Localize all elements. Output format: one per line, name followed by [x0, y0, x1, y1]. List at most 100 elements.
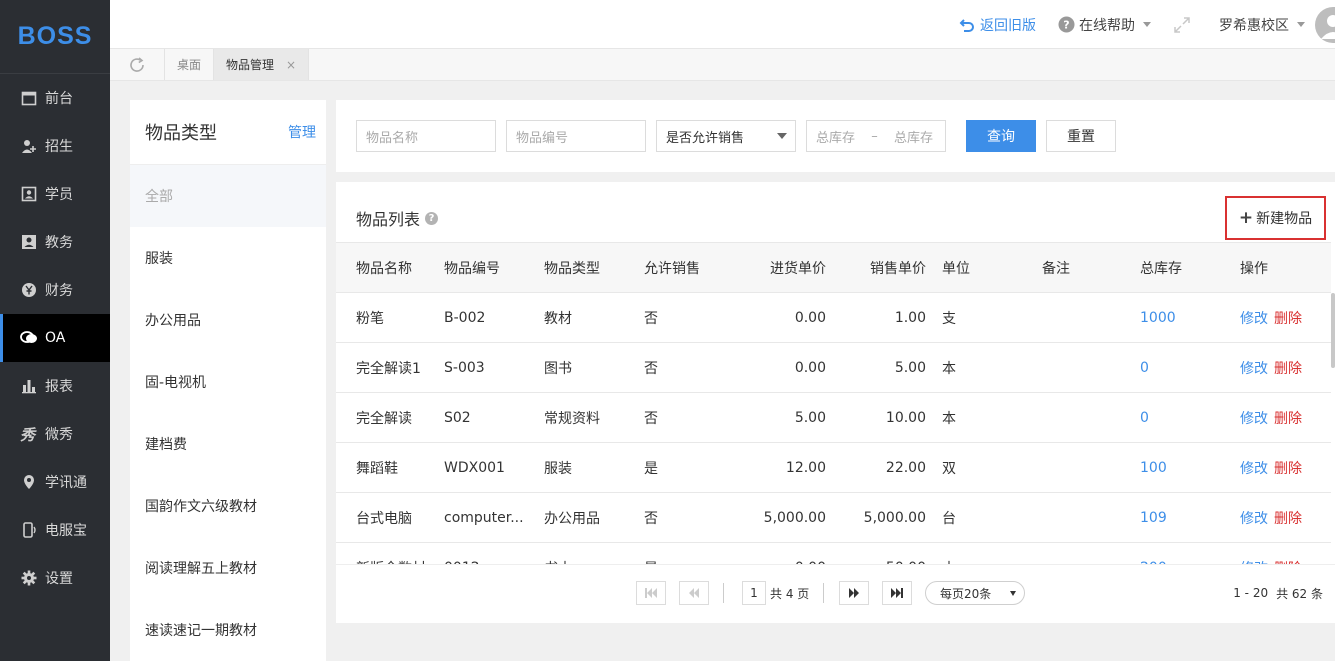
list-title-text: 物品列表	[356, 210, 421, 229]
online-help-menu[interactable]: ? 在线帮助	[1058, 15, 1151, 35]
item-category-panel: 物品类型 管理 全部 服装 办公用品 固-电视机 建档费 国韵作文六级教材 阅读理解五上教材…	[130, 100, 326, 661]
stock-range-input[interactable]: 总库存 – 总库存	[806, 120, 946, 152]
sidebar-item-2[interactable]: 学员	[0, 170, 110, 218]
cell-stock[interactable]: 100	[1140, 443, 1200, 492]
sidebar-item-9[interactable]: 电服宝	[0, 506, 110, 554]
refresh-button[interactable]	[110, 49, 165, 80]
help-icon[interactable]: ?	[425, 211, 439, 225]
column-header: 物品名称	[356, 260, 412, 277]
per-page-select[interactable]: 每页20条	[925, 581, 1025, 605]
reset-button[interactable]: 重置	[1046, 120, 1116, 152]
table-scrollbar[interactable]	[1331, 293, 1335, 368]
cell-stock[interactable]: 0	[1140, 393, 1200, 442]
cell-type: 服装	[544, 460, 572, 477]
cell-type: 教材	[544, 310, 572, 327]
table-row: 台式电脑 computer... 办公用品 否 5,000.00 5,000.00 台 109…	[336, 493, 1331, 543]
cell-stock[interactable]: 109	[1140, 493, 1200, 542]
sidebar-item-5[interactable]: OA	[0, 314, 110, 362]
campus-menu[interactable]: 罗希惠校区	[1219, 6, 1335, 43]
new-item-label: 新建物品	[1256, 211, 1313, 227]
category-item[interactable]: 建档费	[130, 413, 326, 475]
sidebar: BOSS 前台招生 学员 教务 财务 OA 报表秀微秀学讯通电服宝设置	[0, 0, 110, 661]
close-icon[interactable]: ×	[286, 58, 296, 72]
avatar[interactable]	[1315, 6, 1335, 43]
table-row: 舞蹈鞋 WDX001 服装 是 12.00 22.00 双 100 修改 删除	[336, 443, 1331, 493]
sidebar-item-label: 前台	[45, 91, 73, 107]
edit-link[interactable]: 修改	[1240, 508, 1268, 528]
next-page-button[interactable]	[839, 581, 869, 605]
delete-link[interactable]: 删除	[1274, 308, 1302, 328]
cell-code: S-003	[444, 359, 485, 376]
column-header: 允许销售	[644, 260, 700, 277]
tab-item-management[interactable]: 物品管理 ×	[214, 49, 310, 80]
yen-icon	[20, 281, 38, 299]
sidebar-item-0[interactable]: 前台	[0, 74, 110, 122]
cell-buy: 12.00	[785, 459, 826, 476]
tabs-bar: 桌面 物品管理 ×	[110, 49, 1335, 81]
query-button[interactable]: 查询	[966, 120, 1036, 152]
row-actions: 修改删除	[1240, 493, 1330, 542]
tab-label: 物品管理	[226, 58, 275, 72]
category-item[interactable]: 国韵作文六级教材	[130, 475, 326, 537]
manage-categories-link[interactable]: 管理	[288, 122, 316, 142]
cell-code: B-002	[444, 309, 486, 326]
sidebar-item-label: 电服宝	[45, 523, 87, 539]
category-item[interactable]: 速读速记一期教材	[130, 599, 326, 661]
delete-link[interactable]: 删除	[1274, 508, 1302, 528]
column-header: 操作	[1240, 260, 1268, 277]
app-logo[interactable]: BOSS	[0, 0, 110, 74]
sidebar-item-6[interactable]: 报表	[0, 362, 110, 410]
cell-stock[interactable]: 1000	[1140, 293, 1200, 342]
sidebar-item-3[interactable]: 教务	[0, 218, 110, 266]
sidebar-item-10[interactable]: 设置	[0, 554, 110, 602]
fullscreen-button[interactable]	[1173, 16, 1191, 34]
sidebar-item-8[interactable]: 学讯通	[0, 458, 110, 506]
prev-page-button[interactable]	[679, 581, 709, 605]
column-header: 物品类型	[544, 260, 600, 277]
cell-stock[interactable]: 0	[1140, 343, 1200, 392]
delete-link[interactable]: 删除	[1274, 358, 1302, 378]
edit-link[interactable]: 修改	[1240, 308, 1268, 328]
cell-buy: 0.00	[794, 309, 826, 326]
cell-name: 粉笔	[356, 310, 384, 327]
cell-sell: 1.00	[894, 309, 926, 326]
first-page-icon	[644, 587, 658, 599]
pagination: 1 共 4 页 每页20条 1 - 20 共 62 条	[336, 564, 1335, 623]
category-item[interactable]: 服装	[130, 227, 326, 289]
allow-sale-select[interactable]: 是否允许销售	[656, 120, 796, 152]
cell-name: 台式电脑	[356, 510, 412, 527]
item-code-input[interactable]: 物品编号	[506, 120, 646, 152]
sidebar-item-label: 学讯通	[45, 475, 87, 491]
cell-sale: 是	[644, 460, 658, 477]
edit-link[interactable]: 修改	[1240, 458, 1268, 478]
item-name-input[interactable]: 物品名称	[356, 120, 496, 152]
edit-link[interactable]: 修改	[1240, 408, 1268, 428]
category-item[interactable]: 办公用品	[130, 289, 326, 351]
cell-sell: 5.00	[894, 359, 926, 376]
tab-desktop[interactable]: 桌面	[165, 49, 215, 80]
category-item[interactable]: 固-电视机	[130, 351, 326, 413]
page-number-input[interactable]: 1	[742, 581, 766, 605]
svg-text:?: ?	[1063, 19, 1069, 32]
cell-name: 舞蹈鞋	[356, 460, 398, 477]
pager-divider	[723, 583, 724, 603]
sidebar-item-4[interactable]: 财务	[0, 266, 110, 314]
back-to-old-version-link[interactable]: 返回旧版	[959, 15, 1036, 35]
sidebar-item-7[interactable]: 秀微秀	[0, 410, 110, 458]
new-item-button[interactable]: + 新建物品	[1225, 196, 1326, 240]
first-page-button[interactable]	[636, 581, 666, 605]
row-actions: 修改删除	[1240, 343, 1330, 392]
category-item[interactable]: 阅读理解五上教材	[130, 537, 326, 599]
sidebar-item-1[interactable]: 招生	[0, 122, 110, 170]
last-page-button[interactable]	[882, 581, 912, 605]
delete-link[interactable]: 删除	[1274, 408, 1302, 428]
cell-type: 常规资料	[544, 410, 600, 427]
portrait-icon	[20, 233, 38, 251]
chevron-down-icon	[1143, 22, 1151, 27]
cell-unit: 本	[942, 360, 956, 377]
cell-unit: 台	[942, 510, 956, 527]
delete-link[interactable]: 删除	[1274, 458, 1302, 478]
category-item[interactable]: 全部	[130, 165, 326, 227]
location-pin-icon	[20, 473, 38, 491]
edit-link[interactable]: 修改	[1240, 358, 1268, 378]
